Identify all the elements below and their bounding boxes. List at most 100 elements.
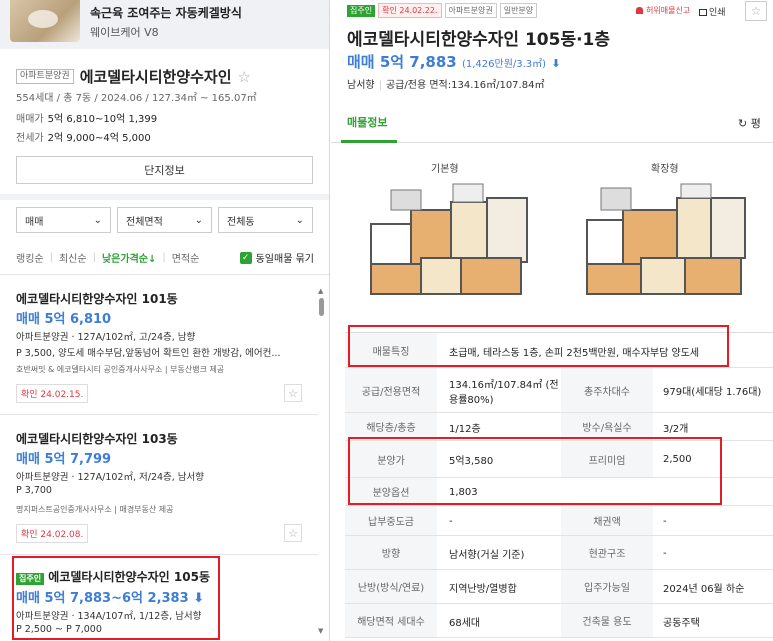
listing-price: 매매 5억 6,810	[16, 312, 112, 327]
confirm-date-badge: 확인 24.02.08.	[16, 524, 89, 543]
detail-meta: 남서향 | 공급/전용 면적:134.16㎡/107.84㎡	[347, 80, 545, 91]
group-same-listing-label: 동일매물 묶기	[255, 254, 314, 265]
listing-spec: 아파트분양권 · 127A/102㎡, 고/24층, 남향	[16, 332, 196, 343]
detail-title: 에코델타시티한양수자인 105동·1층	[347, 30, 611, 50]
row-value: 134.16㎡/107.84㎡ (전용률80%)	[449, 379, 559, 406]
complex-meta: 554세대 / 총 7동 / 2024.06 / 127.34㎡ ~ 165.0…	[16, 93, 257, 104]
scroll-up-arrow-icon[interactable]: ▲	[318, 287, 323, 295]
owner-tag: 집주인	[347, 4, 376, 17]
scroll-thumb[interactable]	[319, 298, 324, 316]
row-label: 공급/전용면적	[345, 368, 437, 412]
row-label: 방향	[345, 536, 437, 569]
listing-spec: 아파트분양권 · 127A/102㎡, 저/24층, 남서향	[16, 472, 205, 483]
row-value: 남서향(거실 기준)	[449, 549, 525, 561]
row-label: 방수/욕실수	[561, 413, 653, 440]
sale-price-label: 매매가	[16, 114, 44, 125]
section-divider	[0, 194, 329, 200]
listing-desc: P 3,700	[16, 485, 52, 496]
detail-direction: 남서향	[347, 80, 375, 91]
complex-info-button[interactable]: 단지정보	[16, 156, 313, 184]
chevron-down-icon: ⌄	[295, 214, 304, 226]
detail-price: 매매 5억 7,883 (1,426만원/3.3㎡) ⬇	[347, 51, 561, 72]
sort-area[interactable]: 면적순	[172, 250, 200, 265]
row-value: 979대(세대당 1.76대)	[663, 387, 762, 398]
unit-toggle-button[interactable]: ↻ 평	[738, 115, 761, 131]
row-label: 총주차대수	[561, 368, 653, 412]
listing-price: 매매 5억 7,799	[16, 452, 112, 467]
scroll-down-arrow-icon[interactable]: ▼	[318, 627, 323, 635]
row-label: 입주가능일	[561, 570, 653, 603]
favorite-star-icon[interactable]: ☆	[745, 1, 767, 21]
table-row: 방향 남서향(거실 기준) 현관구조 -	[345, 536, 773, 570]
listing-source: 호반써밋 & 에코델타시티 공인중개사사무소 | 부동산뱅크 제공	[16, 365, 225, 374]
floor-plan-basic-image[interactable]	[361, 180, 531, 300]
dong-select[interactable]: 전체동 ⌄	[218, 207, 313, 233]
detail-panel: 집주인 확인 24.02.22. 아파트분양권 일반분양 허위매물신고 인쇄 ☆…	[331, 0, 773, 641]
chevron-down-icon: ⌄	[93, 214, 102, 226]
listing-desc: P 3,500, 양도세 매수부담,앞동넘어 확트인 환한 개방감, 에어컨..…	[16, 348, 281, 359]
listing-source: 명지퍼스트공인중개사사무소 | 매경부동산 제공	[16, 505, 174, 514]
scrollbar[interactable]: ▲ ▼	[318, 285, 326, 641]
table-row: 해당면적 세대수 68세대 건축물 용도 공동주택	[345, 604, 773, 638]
row-label: 난방(방식/연료)	[345, 570, 437, 603]
confirm-date-tag: 확인 24.02.22.	[378, 3, 442, 18]
row-label: 해당층/총층	[345, 413, 437, 440]
checkbox-checked-icon: ✓	[239, 251, 252, 264]
row-value: 68세대	[449, 617, 481, 629]
group-same-listing-checkbox[interactable]: ✓ 동일매물 묶기	[239, 250, 314, 265]
sale-type-tag: 일반분양	[499, 3, 538, 18]
print-button[interactable]: 인쇄	[699, 5, 726, 18]
tab-listing-info[interactable]: 매물정보	[347, 114, 387, 130]
deal-type-select[interactable]: 매매 ⌄	[16, 207, 111, 233]
complex-jeonse-price: 전세가 2억 9,000~4억 5,000	[16, 129, 151, 144]
listing-title[interactable]: 에코델타시티한양수자인 103동	[16, 430, 178, 447]
listing-panel: 속근육 조여주는 자동케겔방식 웨이브케어 V8 아파트분양권 에코델타시티한양…	[0, 0, 330, 641]
favorite-star-icon[interactable]: ☆	[284, 524, 302, 542]
area-select[interactable]: 전체면적 ⌄	[117, 207, 212, 233]
ad-thumbnail[interactable]	[10, 0, 80, 42]
plan-label-extended: 확장형	[651, 164, 679, 175]
floor-plan-extended-image[interactable]	[581, 180, 751, 300]
detail-price-per-pyeong: (1,426만원/3.3㎡)	[461, 59, 547, 70]
detail-tabs: 매물정보 ↻ 평	[331, 101, 773, 143]
detail-area: 공급/전용 면적:134.16㎡/107.84㎡	[385, 80, 545, 91]
sort-ranking[interactable]: 랭킹순	[16, 250, 44, 265]
row-value: 2024년 06월 하순	[663, 583, 745, 595]
row-value: 공동주택	[663, 617, 700, 629]
jeonse-price-value: 2억 9,000~4억 5,000	[47, 133, 151, 144]
plan-label-basic: 기본형	[431, 164, 459, 175]
table-row: 납부중도금 - 채권액 -	[345, 506, 773, 536]
complex-type-badge: 아파트분양권	[16, 69, 74, 84]
row-value: -	[449, 515, 453, 527]
row-label: 건축물 용도	[561, 604, 653, 637]
filter-bar: 매매 ⌄ 전체면적 ⌄ 전체동 ⌄	[16, 207, 313, 233]
ad-subtitle[interactable]: 웨이브케어 V8	[90, 24, 159, 40]
highlight-box	[348, 325, 729, 367]
print-icon	[699, 9, 707, 16]
favorite-star-icon[interactable]: ☆	[284, 384, 302, 402]
sort-latest[interactable]: 최신순	[59, 250, 87, 265]
ad-banner[interactable]: 속근육 조여주는 자동케겔방식 웨이브케어 V8	[0, 0, 329, 49]
highlight-box	[348, 437, 722, 505]
listing-title[interactable]: 에코델타시티한양수자인 101동	[16, 290, 178, 307]
deal-type-value: 매매	[25, 216, 44, 228]
report-label: 허위매물신고	[646, 6, 691, 15]
listing-item[interactable]: 에코델타시티한양수자인 103동 매매 5억 7,799 아파트분양권 · 12…	[0, 426, 318, 552]
jeonse-price-label: 전세가	[16, 133, 44, 144]
sort-low-price[interactable]: 낮은가격순↓	[102, 250, 156, 265]
report-fake-listing-link[interactable]: 허위매물신고	[636, 5, 690, 16]
detail-price-main: 매매 5억 7,883	[347, 53, 457, 71]
price-down-arrow-icon: ⬇	[551, 57, 561, 70]
table-row: 공급/전용면적 134.16㎡/107.84㎡ (전용률80%) 총주차대수 9…	[345, 368, 773, 413]
listing-item[interactable]: 에코델타시티한양수자인 101동 매매 5억 6,810 아파트분양권 · 12…	[0, 286, 318, 414]
detail-tags: 집주인 확인 24.02.22. 아파트분양권 일반분양	[347, 3, 538, 18]
highlight-box	[12, 556, 220, 640]
complex-name: 에코델타시티한양수자인	[79, 68, 232, 86]
table-row: 난방(방식/연료) 지역난방/열병합 입주가능일 2024년 06월 하순	[345, 570, 773, 604]
sort-bar: 랭킹순 | 최신순 | 낮은가격순↓ | 면적순 ✓ 동일매물 묶기	[16, 250, 314, 265]
ad-title[interactable]: 속근육 조여주는 자동케겔방식	[90, 4, 242, 21]
favorite-star-icon[interactable]: ☆	[238, 68, 251, 86]
area-value: 전체면적	[126, 216, 163, 228]
row-value: -	[663, 515, 667, 527]
sale-price-value: 5억 6,810~10억 1,399	[47, 114, 158, 125]
